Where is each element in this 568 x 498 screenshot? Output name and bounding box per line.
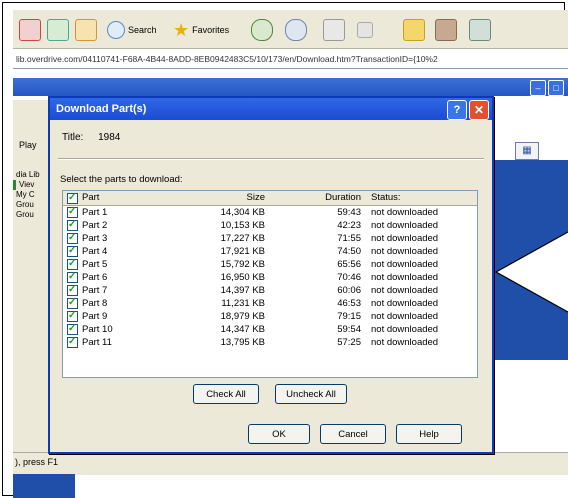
callout-pointer xyxy=(494,231,568,313)
callout-arrow xyxy=(494,231,568,313)
